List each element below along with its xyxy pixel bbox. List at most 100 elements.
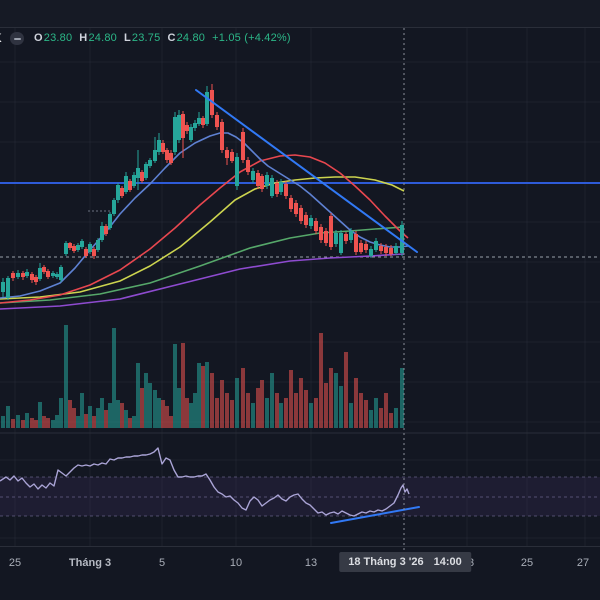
candle-body (384, 247, 388, 253)
candle-body (299, 208, 303, 221)
volume-bar (108, 403, 112, 428)
time-axis-label: 25 (8, 557, 22, 569)
volume-bar (193, 393, 197, 428)
volume-bar (153, 390, 157, 428)
minus-icon (13, 37, 21, 40)
volume-bar (284, 398, 288, 428)
time-axis-label: 25 (520, 557, 534, 569)
candle-body (329, 216, 333, 247)
volume-bar (6, 406, 10, 428)
candle-body (181, 114, 185, 138)
volume-bar (394, 408, 398, 428)
volume-bar (161, 400, 165, 428)
volume-bar (42, 416, 46, 428)
candle-body (140, 172, 144, 181)
collapse-legend-button[interactable] (10, 32, 24, 45)
candle-body (279, 182, 283, 192)
candle-body (128, 181, 132, 190)
top-bar (0, 0, 600, 28)
trading-chart-app: K O 23.80 H 24.80 L 23.75 C 24.80 +1.05 … (0, 0, 600, 600)
candle-body (96, 240, 100, 250)
candle-body (92, 249, 96, 256)
price-chart-canvas[interactable] (0, 0, 600, 600)
legend-low: L 23.75 (124, 32, 160, 44)
candle-body (153, 150, 157, 161)
candle-body (359, 243, 363, 252)
candle-body (189, 127, 193, 140)
candle-body (76, 245, 80, 250)
volume-bar (59, 398, 63, 428)
volume-bar (140, 388, 144, 428)
candle-body (136, 168, 140, 178)
volume-bar (339, 386, 343, 428)
candle-body (256, 173, 260, 186)
candle-body (309, 218, 313, 226)
candle-body (275, 183, 279, 194)
candle-body (157, 140, 161, 152)
close-label: C (167, 32, 176, 44)
candle-body (220, 122, 224, 150)
candle-body (144, 164, 148, 178)
volume-bar (275, 393, 279, 428)
volume-bar (369, 410, 373, 428)
ticker-symbol-fragment: K (0, 31, 4, 44)
candle-body (124, 176, 128, 192)
volume-bar (309, 403, 313, 428)
crosshair-date-tooltip: 18 Tháng 3 '26 14:00 (339, 552, 471, 572)
volume-bar (324, 383, 328, 428)
candle-body (374, 241, 378, 250)
volume-bar (34, 420, 38, 428)
candle-body (59, 267, 63, 280)
change-value: +1.05 (+4.42%) (212, 32, 291, 44)
volume-bar (379, 408, 383, 428)
candle-body (11, 273, 15, 278)
candle-body (177, 115, 181, 140)
candle-body (246, 160, 250, 172)
candle-body (55, 274, 59, 277)
candle-body (319, 227, 323, 240)
volume-bar (329, 368, 333, 428)
candle-body (46, 271, 50, 277)
volume-bar (88, 406, 92, 428)
volume-bar (104, 410, 108, 428)
candle-body (84, 249, 88, 256)
volume-bar (80, 393, 84, 428)
volume-bar (64, 325, 68, 428)
volume-bar (220, 380, 224, 428)
candle-body (369, 249, 373, 256)
volume-bar (46, 418, 50, 428)
volume-bar (314, 398, 318, 428)
volume-bar (230, 400, 234, 428)
volume-bar (189, 403, 193, 428)
volume-bar (354, 378, 358, 428)
candle-body (284, 184, 288, 196)
candle-body (16, 273, 20, 277)
volume-bar (279, 403, 283, 428)
volume-bar (132, 416, 136, 428)
volume-bar (116, 400, 120, 428)
candle-body (389, 248, 393, 254)
volume-bar (21, 420, 25, 428)
volume-bar (241, 368, 245, 428)
candle-body (394, 246, 398, 253)
volume-bar (55, 415, 59, 428)
candle-body (235, 157, 239, 186)
candle-body (112, 200, 116, 214)
candle-body (21, 273, 25, 277)
candle-body (72, 246, 76, 251)
time-axis-label: 27 (576, 557, 590, 569)
volume-bar (334, 373, 338, 428)
candle-body (197, 118, 201, 124)
candle-body (334, 233, 338, 244)
time-axis[interactable]: 25Tháng 35101323252718 Tháng 3 '2614:00 (0, 546, 600, 600)
volume-bar (319, 333, 323, 428)
volume-bar (400, 368, 404, 428)
volume-bar (84, 414, 88, 428)
high-value: 24.80 (88, 32, 117, 44)
time-axis-label: Tháng 3 (68, 557, 112, 569)
candle-body (173, 117, 177, 152)
candle-body (225, 150, 229, 158)
candle-body (104, 226, 108, 234)
crosshair-time: 14:00 (433, 556, 462, 568)
candle-body (64, 243, 68, 254)
